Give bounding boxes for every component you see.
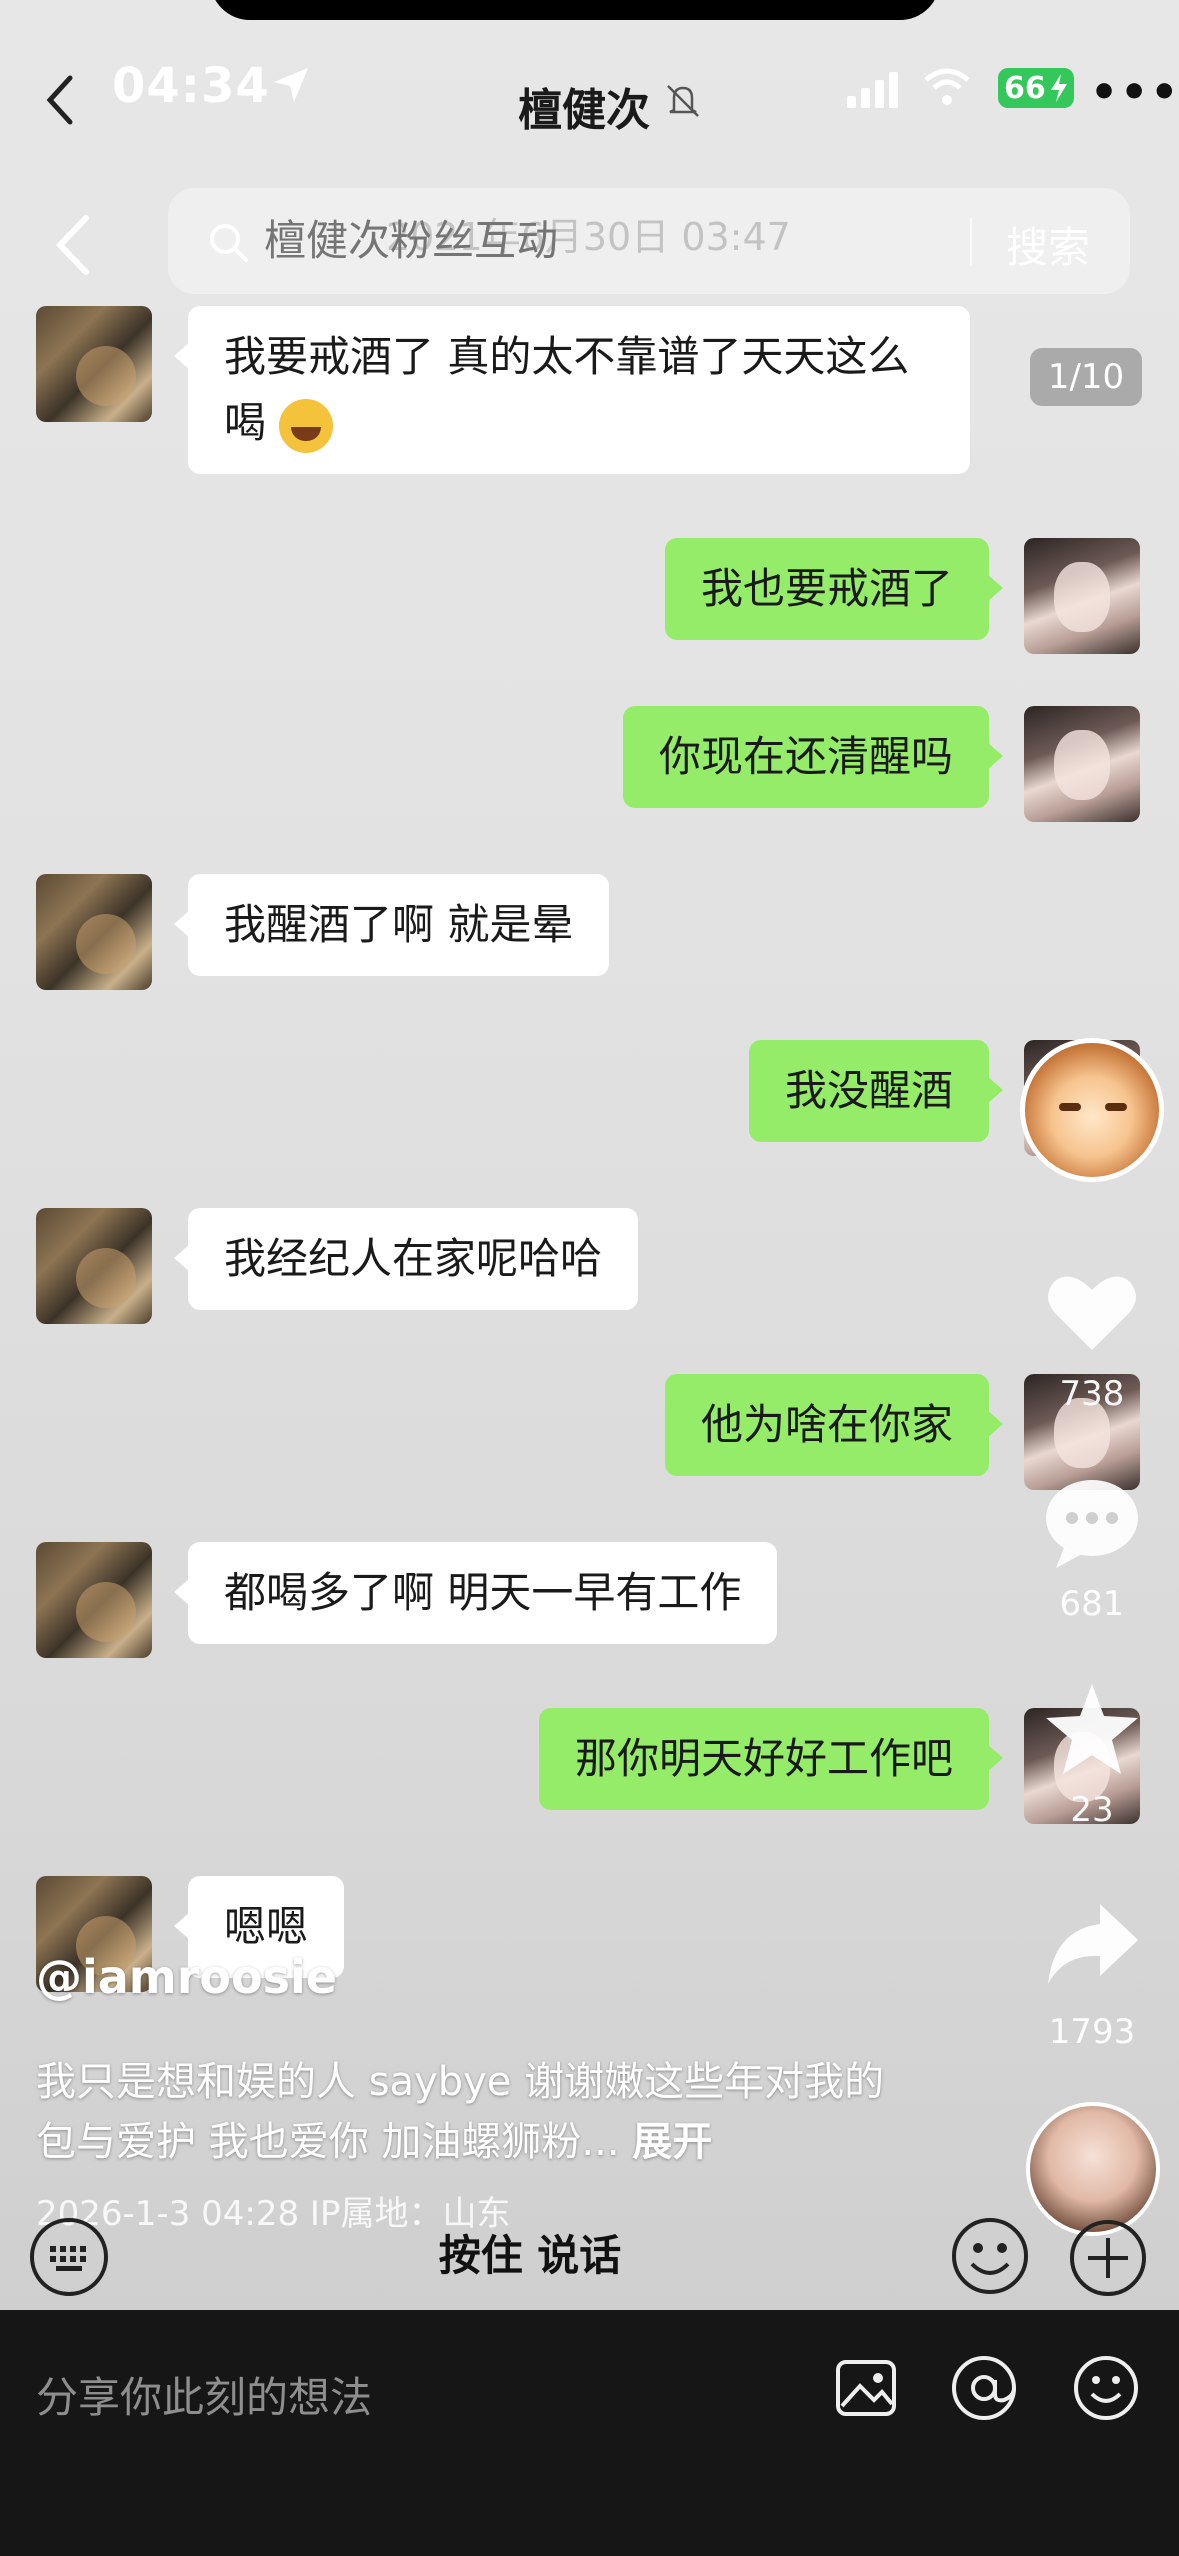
- message-text: 都喝多了啊 明天一早有工作: [224, 1568, 742, 1617]
- comment-count: 681: [1059, 1584, 1125, 1624]
- search-icon: [210, 224, 248, 262]
- image-icon[interactable]: [828, 2350, 904, 2426]
- status-time: 04:34: [112, 58, 270, 114]
- like-count: 738: [1059, 1374, 1125, 1414]
- message-bubble-received: 我醒酒了啊 就是晕: [173, 874, 610, 976]
- heart-icon[interactable]: [1042, 1262, 1142, 1362]
- comment-bar: 分享你此刻的想法: [0, 2310, 1179, 2556]
- smiley-icon[interactable]: [950, 2216, 1030, 2296]
- at-mention-icon[interactable]: [946, 2350, 1022, 2426]
- cellular-signal-icon: [847, 72, 898, 108]
- message-bubble-sent: 我也要戒酒了: [664, 538, 1004, 640]
- music-disc-avatar[interactable]: [1026, 2102, 1160, 2236]
- share-icon[interactable]: [1042, 1894, 1142, 1994]
- hold-to-talk-button[interactable]: 按住 说话: [140, 2214, 920, 2298]
- favorite-count: 23: [1070, 1790, 1114, 1830]
- message-text: 你现在还清醒吗: [658, 732, 953, 781]
- search-button[interactable]: 搜索: [1006, 214, 1090, 275]
- my-avatar[interactable]: [1024, 706, 1140, 822]
- emoji-icon[interactable]: [1068, 2350, 1144, 2426]
- search-divider: [970, 218, 972, 266]
- message-bubble-sent: 你现在还清醒吗: [622, 706, 1004, 808]
- my-avatar[interactable]: [1024, 538, 1140, 654]
- location-arrow-icon: [274, 68, 308, 102]
- message-bubble-received: 都喝多了啊 明天一早有工作: [173, 1542, 778, 1644]
- charging-bolt-icon: [1051, 74, 1067, 102]
- message-bubble-sent: 那你明天好好工作吧: [538, 1708, 1004, 1810]
- creator-avatar[interactable]: [1020, 1038, 1164, 1182]
- message-text: 我没醒酒: [784, 1066, 953, 1115]
- share-count: 1793: [1048, 2012, 1136, 2052]
- message-bubble-sent: 他为啥在你家: [664, 1374, 1004, 1476]
- bell-muted-icon: [667, 85, 699, 117]
- message-text: 嗯嗯: [224, 1902, 309, 1951]
- message-bubble-received: 我经纪人在家呢哈哈: [173, 1208, 639, 1310]
- comment-input[interactable]: 分享你此刻的想法: [36, 2364, 372, 2425]
- wifi-icon: [924, 68, 970, 105]
- search-input[interactable]: [264, 216, 884, 265]
- star-icon[interactable]: [1042, 1680, 1142, 1780]
- keyboard-icon[interactable]: [30, 2218, 108, 2296]
- message-text: 那你明天好好工作吧: [574, 1734, 953, 1783]
- caption-text: 我只是想和娱的人 saybye 谢谢嫩这些年对我的包与爱护 我也爱你 加油螺狮粉…: [36, 2059, 885, 2165]
- notch: [210, 0, 940, 20]
- post-author[interactable]: @iamroosie: [36, 1950, 337, 2004]
- message-text: 他为啥在你家: [700, 1400, 953, 1449]
- contact-avatar[interactable]: [36, 1542, 152, 1658]
- battery-indicator: 66: [998, 68, 1074, 108]
- more-options-icon[interactable]: •••: [1090, 71, 1179, 115]
- contact-avatar[interactable]: [36, 1208, 152, 1324]
- expand-link[interactable]: 展开: [632, 2119, 712, 2165]
- post-caption: 我只是想和娱的人 saybye 谢谢嫩这些年对我的包与爱护 我也爱你 加油螺狮粉…: [36, 2052, 896, 2172]
- plus-icon[interactable]: [1068, 2218, 1148, 2298]
- image-page-counter: 1/10: [1030, 348, 1142, 406]
- chat-title: 檀健次: [518, 85, 650, 136]
- comment-icon[interactable]: [1042, 1472, 1142, 1572]
- battery-level: 66: [1004, 70, 1046, 106]
- back-arrow-icon[interactable]: [48, 210, 98, 280]
- message-bubble-sent: 我没醒酒: [748, 1040, 1004, 1142]
- message-text: 我醒酒了啊 就是晕: [224, 900, 574, 949]
- message-text: 我也要戒酒了: [700, 564, 953, 613]
- message-text: 我经纪人在家呢哈哈: [224, 1234, 603, 1283]
- contact-avatar[interactable]: [36, 874, 152, 990]
- crying-laughing-emoji-icon: [279, 398, 334, 453]
- chevron-left-icon[interactable]: [40, 70, 80, 130]
- contact-avatar[interactable]: [36, 306, 152, 422]
- chat-screenshot-post: 04:34 檀健次 66 ••• 2021年6月30日 03:47 搜索 1/1…: [0, 0, 1179, 2310]
- message-bubble-received: 我要戒酒了 真的太不靠谱了天天这么喝: [174, 306, 970, 474]
- search-bar[interactable]: 搜索: [168, 188, 1130, 294]
